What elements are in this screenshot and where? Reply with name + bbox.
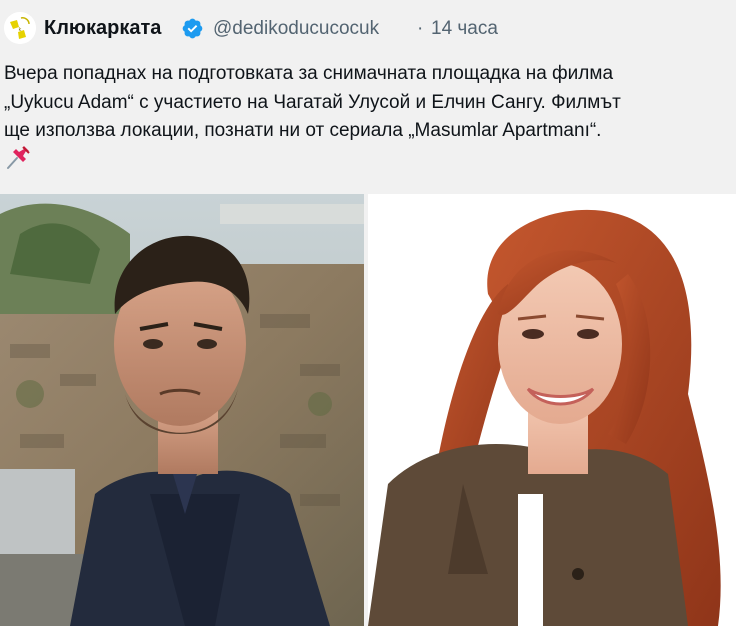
smiling-red-haired-woman-photo[interactable] (368, 194, 736, 626)
tweet-text-line: Вчера попаднах на подготовката за снимач… (4, 63, 614, 84)
pushpin-icon (7, 146, 30, 169)
tweet-text-line: ще използва локации, познати ни от сериа… (4, 120, 602, 141)
author-name[interactable]: Клюкарката (44, 17, 161, 40)
author-avatar[interactable]: k (4, 12, 36, 44)
author-handle[interactable]: @dedikoducucocuk (213, 18, 379, 40)
tweet-text-line: „Uykucu Adam“ с участието на Чагатай Улу… (4, 91, 621, 113)
logo-avatar-icon: k (4, 12, 36, 44)
separator-dot: · (417, 18, 424, 39)
verified-badge-icon (182, 18, 203, 39)
svg-text:k: k (19, 27, 22, 33)
tweet-header: k Клюкарката @dedikoducucocuk · 14 часа (0, 0, 736, 60)
tweet-text: Вчера попаднах на подготовката за снимач… (4, 60, 724, 146)
man-in-dark-coat-photo[interactable] (0, 194, 364, 626)
tweet-timestamp[interactable]: 14 часа (431, 18, 498, 40)
tweet-media[interactable] (0, 194, 736, 626)
